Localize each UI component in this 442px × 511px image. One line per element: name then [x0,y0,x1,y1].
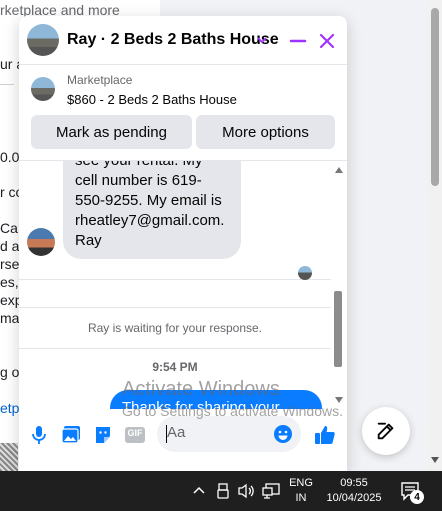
listing-info[interactable]: Marketplace $860 - 2 Beds 2 Baths House [19,65,347,115]
clock[interactable]: 09:55 10/04/2025 [320,476,388,506]
minimize-button[interactable] [287,30,309,52]
more-options-button[interactable]: More options [196,115,335,149]
taskbar: ENG IN 09:55 10/04/2025 4 [0,471,442,511]
compose-icon [377,422,394,440]
chat-scrollbar[interactable] [331,161,347,409]
waiting-notice: Ray is waiting for your response. [87,321,263,335]
mark-as-pending-button[interactable]: Mark as pending [31,115,192,149]
sticker-icon [96,427,110,443]
emoji-icon[interactable] [273,424,293,444]
close-button[interactable] [315,29,339,53]
gif-button[interactable]: GIF [123,423,147,447]
bg-divider [0,84,14,85]
volume-icon[interactable] [238,482,256,500]
bg-text: es, [0,274,19,290]
bg-listing-thumbnail[interactable] [0,443,18,471]
divider [19,279,331,280]
conversation-title[interactable]: Ray · 2 Beds 2 Baths House [67,31,279,49]
listing-title[interactable]: $860 - 2 Beds 2 Baths House [67,92,237,107]
attach-photo-button[interactable] [59,423,83,447]
message-composer: GIF [19,409,347,471]
message-timestamp: 9:54 PM [152,360,198,374]
thumbs-up-icon [315,426,335,444]
text-caret [166,425,167,443]
scroll-down-arrow-icon[interactable] [335,397,343,403]
like-button[interactable] [313,423,337,447]
clock-time: 09:55 [340,477,368,489]
bg-text: rse [0,256,20,272]
close-icon [319,33,335,49]
listing-source-label: Marketplace [67,73,133,87]
conversation-avatar[interactable] [27,24,59,56]
chat-header[interactable]: Ray · 2 Beds 2 Baths House [19,16,347,65]
language-code: ENG [289,477,313,489]
divider [19,307,331,308]
scroll-up-arrow-icon[interactable] [335,167,343,173]
sender-avatar[interactable] [27,228,55,256]
minimize-icon [289,39,307,43]
bg-text: Ca [0,220,18,236]
page-scrollbar-thumb[interactable] [431,8,439,186]
chat-window: Ray · 2 Beds 2 Baths House Marketplace $… [19,16,347,471]
network-icon[interactable] [262,482,280,500]
chevron-up-icon [193,486,205,494]
show-hidden-icons-button[interactable] [190,482,208,500]
clock-date: 10/04/2025 [326,492,382,504]
seen-indicator-avatar [298,266,312,280]
new-message-button[interactable] [362,407,410,455]
chat-scrollbar-thumb[interactable] [334,291,342,367]
microphone-icon [32,426,46,444]
voice-clip-button[interactable] [27,423,51,447]
outgoing-message[interactable]: Thanks for sharing your [110,390,322,409]
usb-device-icon[interactable] [214,482,232,500]
listing-thumbnail [31,77,55,101]
bg-text: 0.0 [0,149,20,165]
notification-count-badge: 4 [410,490,424,504]
sticker-button[interactable] [91,423,115,447]
bg-text: g o [0,364,20,380]
page-scrollbar[interactable] [428,0,442,471]
divider [19,348,331,349]
image-icon [61,426,80,444]
scroll-down-arrow-icon[interactable] [431,457,439,463]
gif-label: GIF [127,428,143,438]
language-indicator[interactable]: ENG IN [288,476,314,506]
message-list[interactable]: see your rental. My cell number is 619-5… [19,161,331,409]
chevron-down-icon[interactable] [256,33,268,51]
region-code: IN [295,492,307,504]
message-input-box[interactable] [157,416,301,452]
incoming-message[interactable]: see your rental. My cell number is 619-5… [63,161,241,259]
message-input[interactable] [167,424,267,441]
